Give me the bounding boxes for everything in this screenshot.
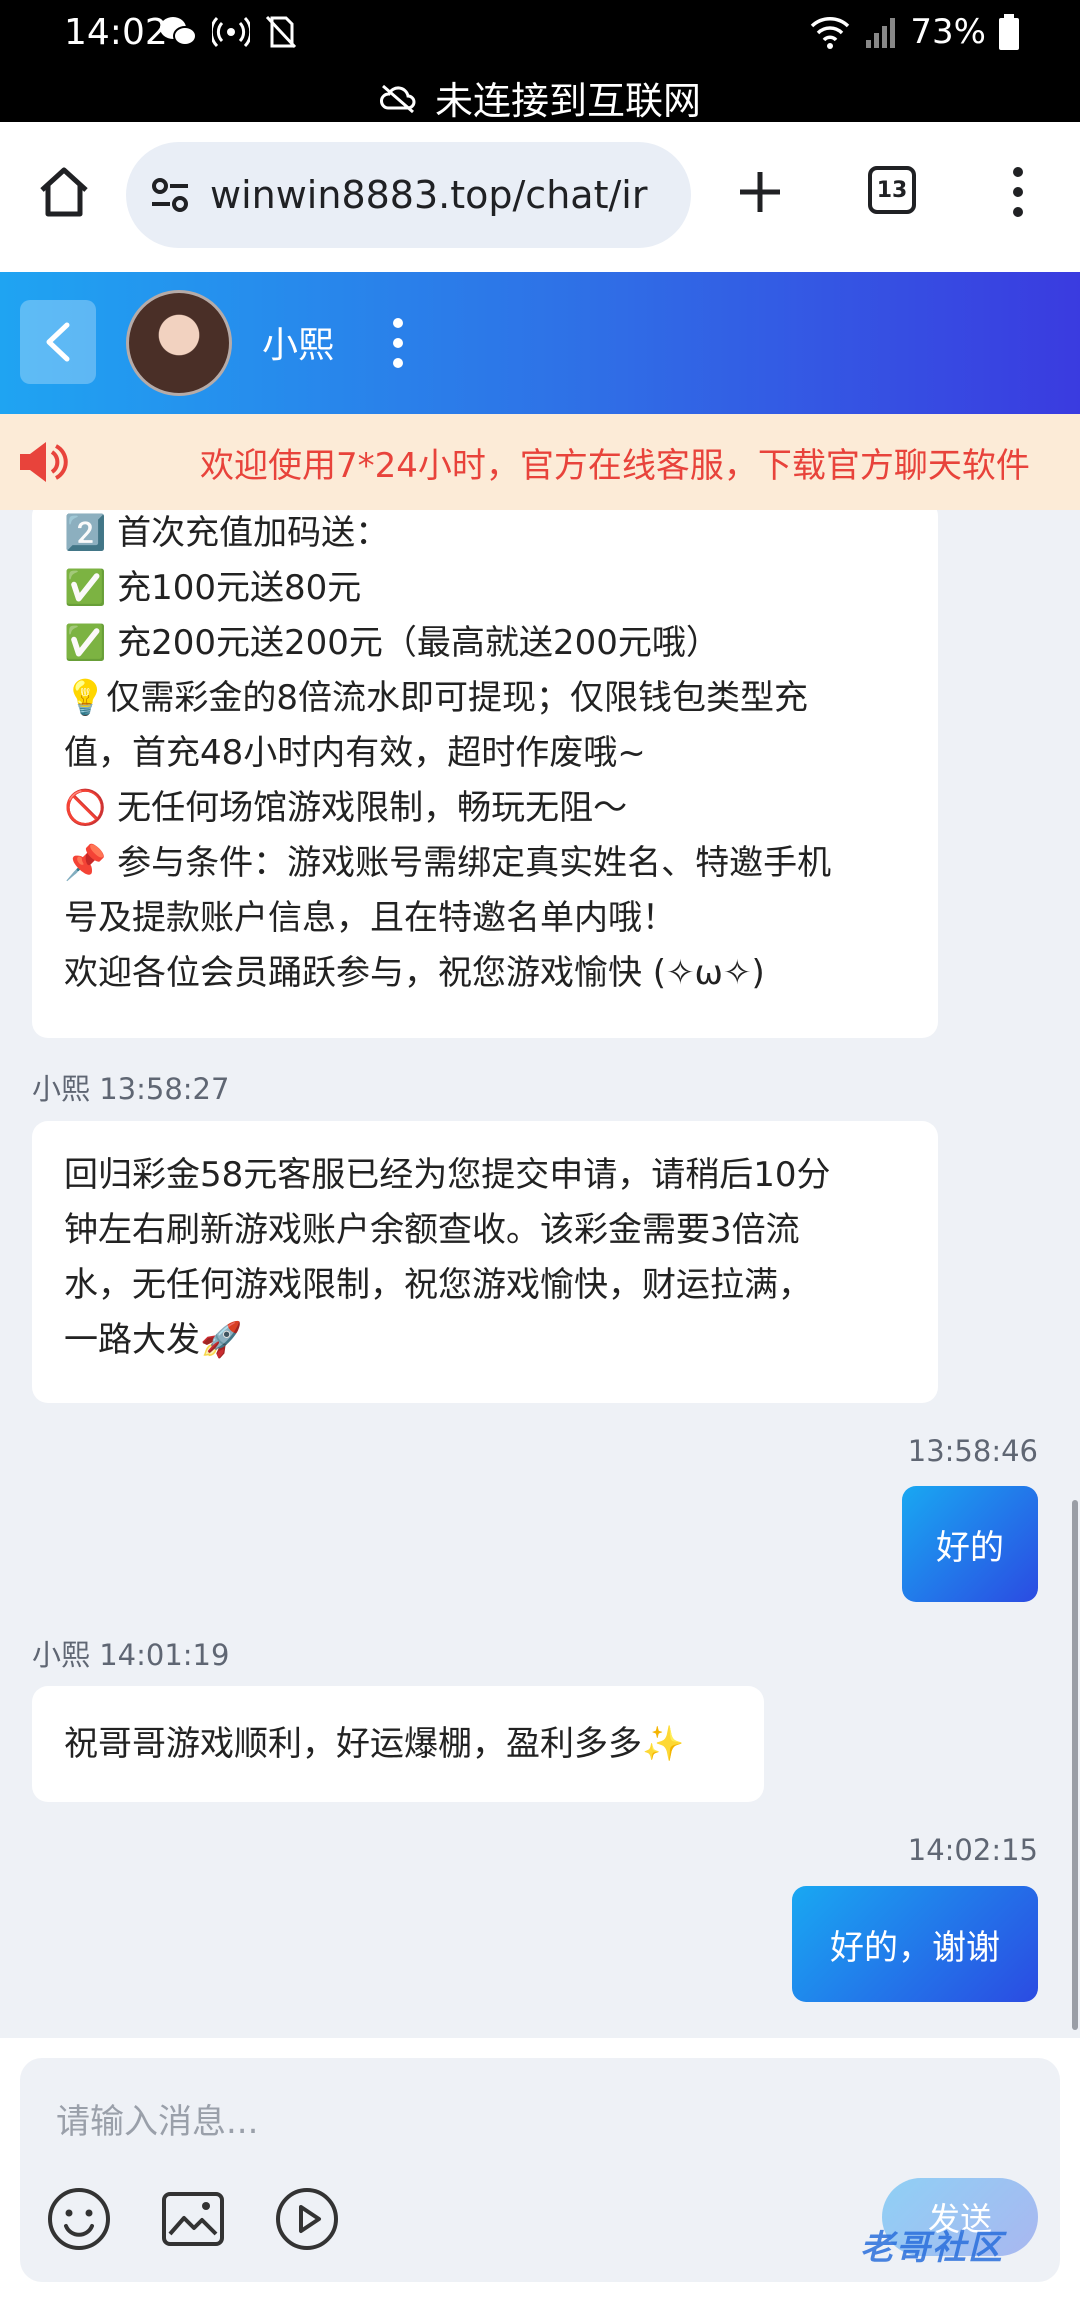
more-options-icon[interactable] [388, 316, 408, 370]
cloud-off-icon [379, 84, 416, 113]
new-tab-icon[interactable] [734, 166, 786, 218]
message-line: ✅ 充200元送200元（最高就送200元哦） [64, 623, 720, 663]
url-text[interactable]: winwin8883.top/chat/ir [210, 173, 647, 217]
message-line: 一路大发🚀 [64, 1320, 243, 1360]
wifi-icon [811, 17, 850, 49]
emoji-icon[interactable] [46, 2186, 112, 2252]
video-icon[interactable] [274, 2186, 340, 2252]
message-line: 值，首充48小时内有效，超时作废哦~ [64, 733, 646, 773]
message-meta: 小熙 14:01:19 [32, 1638, 230, 1672]
watermark-logo: 老哥社区 [860, 2228, 1004, 2268]
message-meta: 13:58:46 [907, 1434, 1038, 1468]
wechat-icon [160, 17, 197, 46]
site-settings-icon[interactable] [148, 173, 192, 217]
composer: 发送 老哥社区 [0, 2038, 1080, 2298]
message-line: 2️⃣ 首次充值加码送： [64, 513, 390, 553]
message-line: 回归彩金58元客服已经为您提交申请，请稍后10分 [64, 1155, 831, 1195]
message-line: 号及提款账户信息，且在特邀名单内哦！ [64, 898, 676, 938]
tab-count: 13 [876, 177, 908, 203]
offline-notice: 未连接到互联网 [0, 70, 1080, 125]
agent-avatar[interactable] [126, 290, 232, 396]
user-message-bubble: 好的，谢谢 [792, 1886, 1038, 2002]
back-button[interactable] [20, 300, 96, 384]
image-icon[interactable] [160, 2186, 226, 2252]
message-line: ✅ 充100元送80元 [64, 568, 362, 608]
hotspot-icon [212, 16, 250, 48]
message-line: 💡仅需彩金的8倍流水即可提现；仅限钱包类型充 [64, 678, 808, 718]
status-bar: 14:02 73% 未连接到互联网 [0, 0, 1080, 125]
message-line: 钟左右刷新游戏账户余额查收。该彩金需要3倍流 [64, 1210, 800, 1250]
browser-menu-icon[interactable] [1002, 164, 1034, 220]
tab-switcher-button[interactable]: 13 [868, 166, 916, 214]
chevron-left-icon [46, 322, 70, 362]
message-text: 好的，谢谢 [830, 1927, 1000, 1968]
battery-icon [999, 14, 1019, 50]
message-line: 水，无任何游戏限制，祝您游戏愉快，财运拉满， [64, 1265, 812, 1305]
chat-messages: 2️⃣ 首次充值加码送： ✅ 充100元送80元 ✅ 充200元送200元（最高… [0, 510, 1080, 2038]
message-line: 🚫 无任何场馆游戏限制，畅玩无阻～ [64, 788, 628, 828]
composer-box: 发送 老哥社区 [20, 2058, 1060, 2282]
announcement-bar: 欢迎使用7*24小时，官方在线客服，下载官方聊天软件 [0, 414, 1080, 510]
battery-percent: 73% [910, 12, 986, 52]
message-text: 祝哥哥游戏顺利，好运爆棚，盈利多多✨ [64, 1723, 685, 1764]
signal-icon [866, 18, 896, 48]
agent-message-bubble: 祝哥哥游戏顺利，好运爆棚，盈利多多✨ [32, 1686, 764, 1802]
agent-name: 小熙 [262, 325, 335, 366]
no-sim-icon [265, 15, 297, 49]
announcement-text: 欢迎使用7*24小时，官方在线客服，下载官方聊天软件 [200, 446, 1030, 486]
message-line: 欢迎各位会员踊跃参与，祝您游戏愉快 (✧ω✧) [64, 953, 765, 993]
message-text: 好的 [936, 1527, 1004, 1568]
message-input[interactable] [56, 2082, 916, 2162]
status-time: 14:02 [64, 12, 168, 53]
user-message-bubble: 好的 [902, 1486, 1038, 1602]
megaphone-icon [20, 442, 68, 482]
address-bar[interactable]: winwin8883.top/chat/ir [126, 142, 691, 248]
message-meta: 小熙 13:58:27 [32, 1072, 230, 1106]
offline-text: 未连接到互联网 [434, 79, 701, 123]
agent-message-bubble: 2️⃣ 首次充值加码送： ✅ 充100元送80元 ✅ 充200元送200元（最高… [32, 510, 938, 1038]
status-right: 73% [808, 12, 1020, 52]
message-line: 📌 参与条件：游戏账号需绑定真实姓名、特邀手机 [64, 843, 832, 883]
agent-message-bubble: 回归彩金58元客服已经为您提交申请，请稍后10分 钟左右刷新游戏账户余额查收。该… [32, 1121, 938, 1403]
chat-scrollbar[interactable] [1072, 1500, 1078, 2030]
chat-header: 小熙 [0, 272, 1080, 414]
message-meta: 14:02:15 [907, 1833, 1038, 1867]
page: 14:02 73% 未连接到互联网 winwin8883.top/chat/ir… [0, 0, 1080, 2298]
notification-icons [158, 14, 298, 50]
browser-toolbar: winwin8883.top/chat/ir 13 [0, 122, 1080, 272]
home-icon[interactable] [36, 164, 92, 220]
